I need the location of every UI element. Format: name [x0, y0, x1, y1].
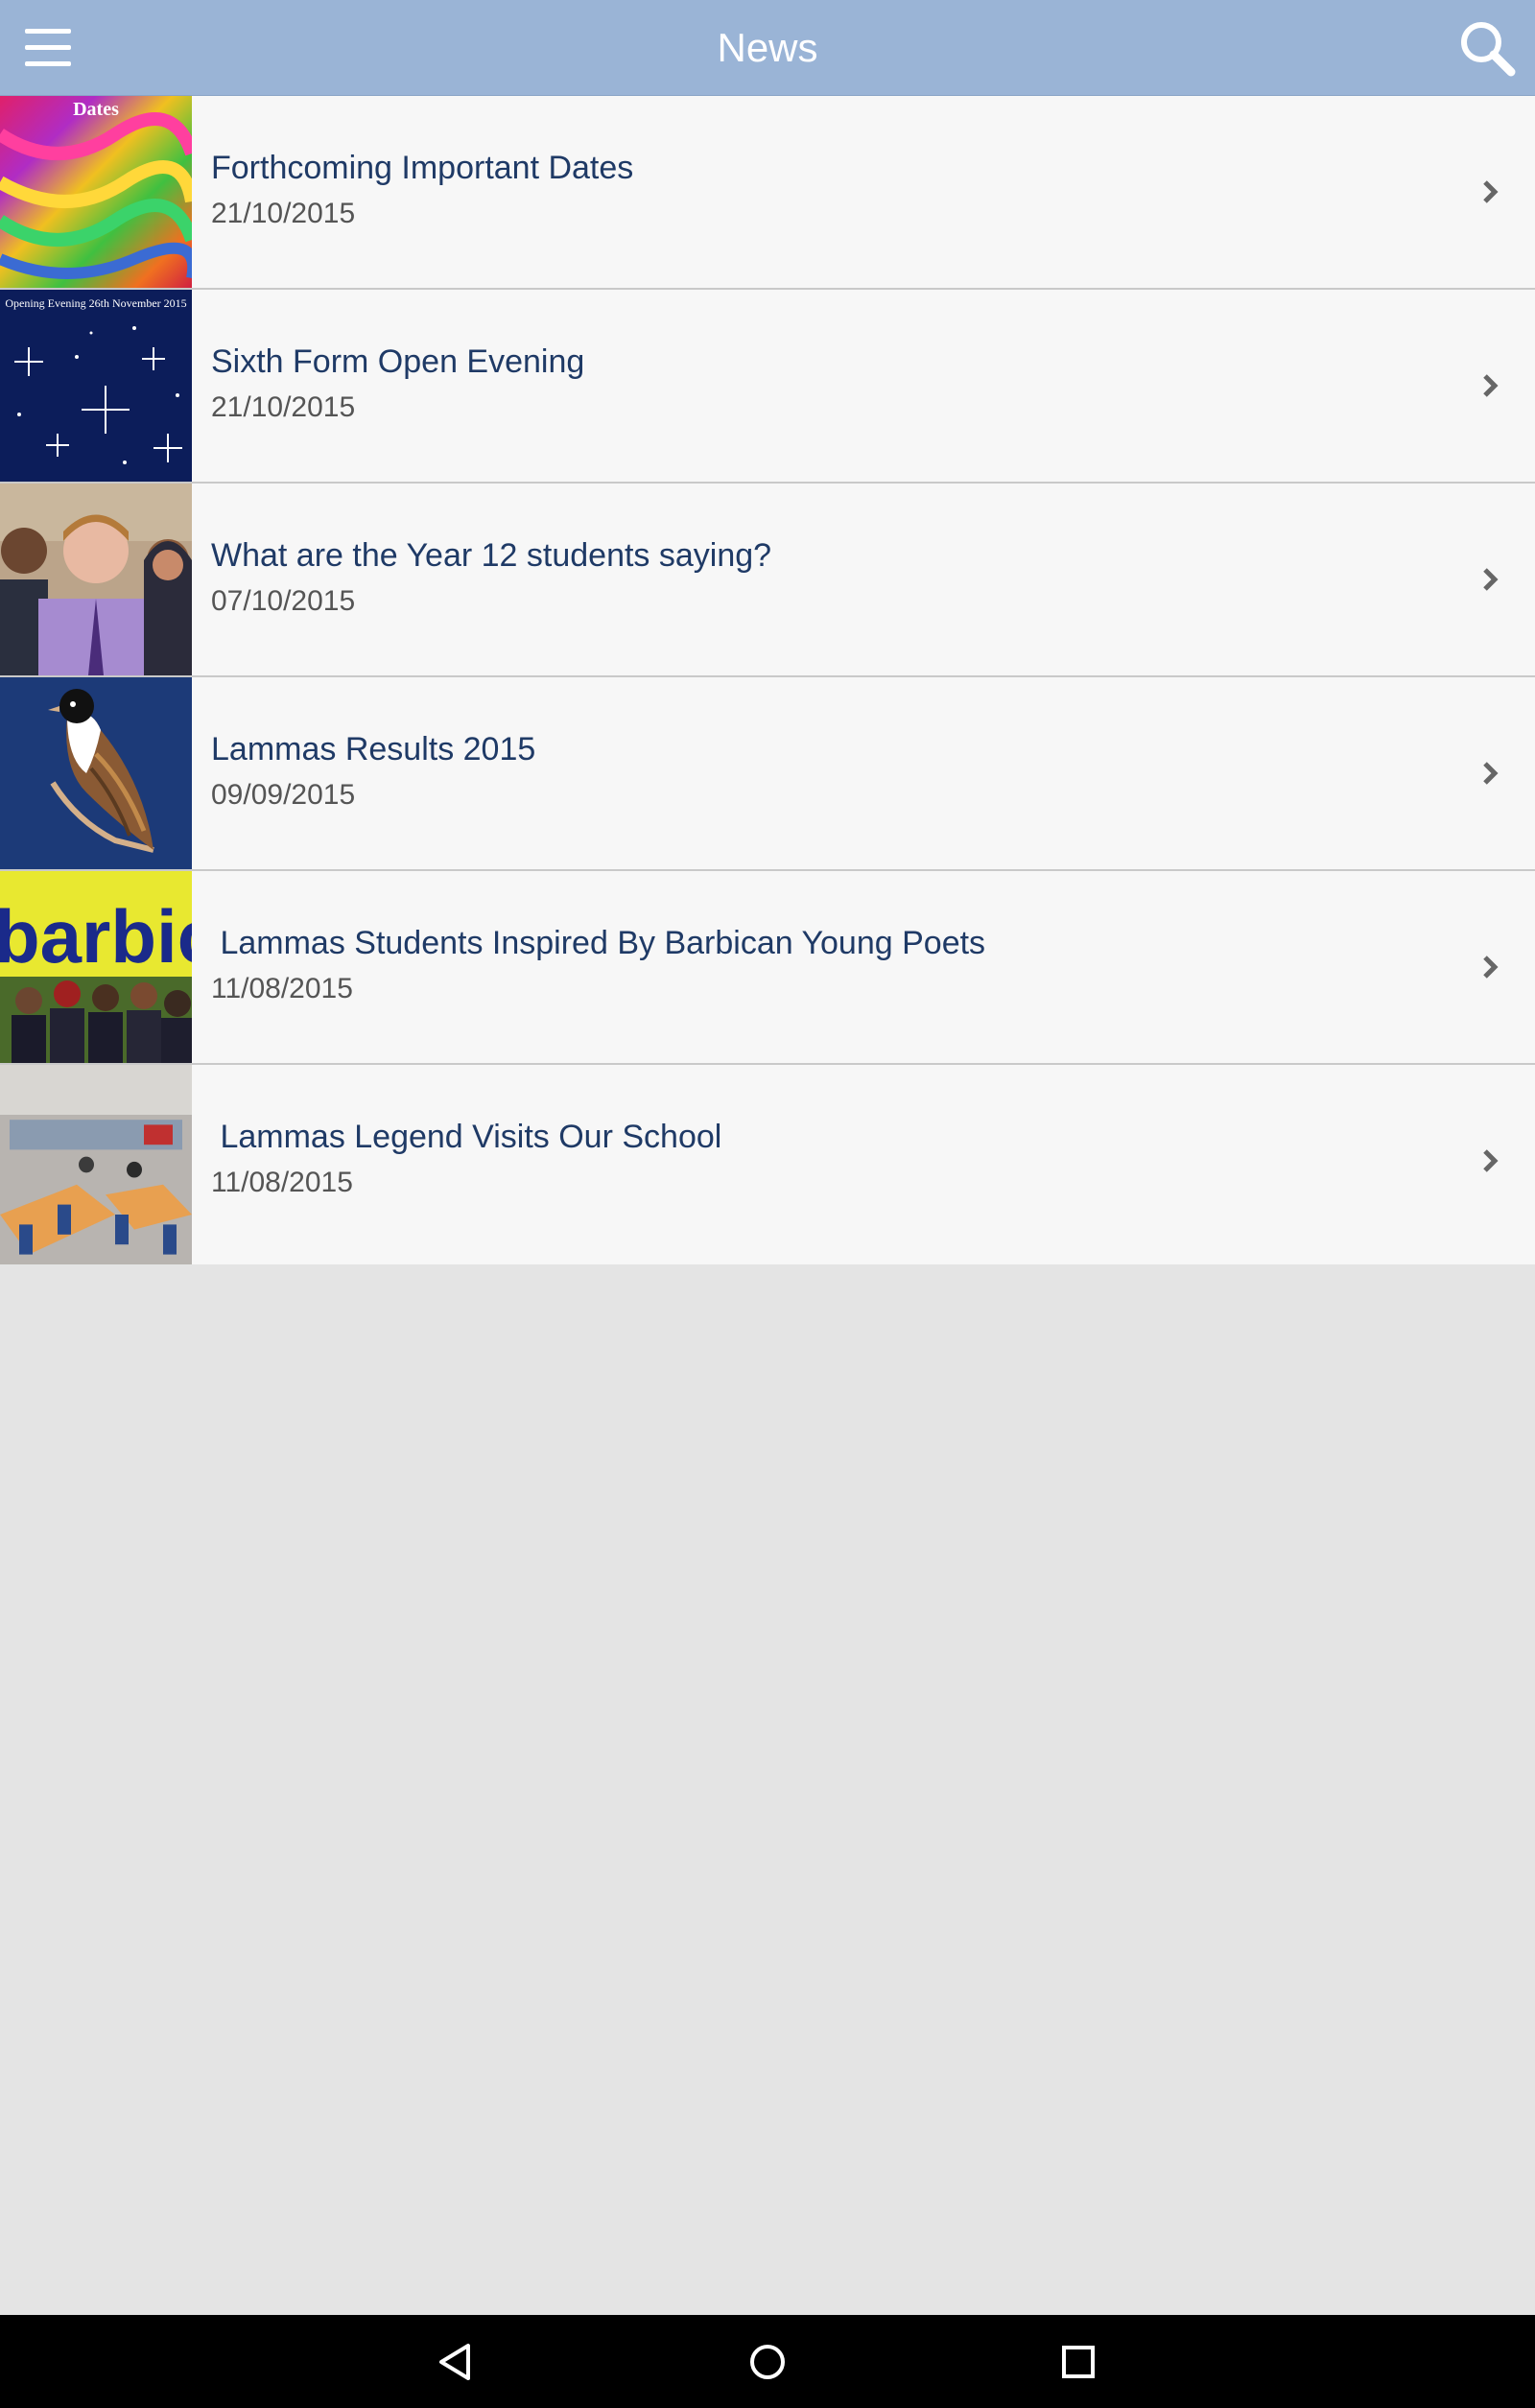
chevron-right-icon	[1483, 762, 1499, 785]
news-list-item[interactable]: Dates Forthcoming Important Dates 21/10/…	[0, 96, 1535, 290]
thumbnail-caption: Opening Evening 26th November 2015	[5, 296, 186, 310]
news-thumbnail-barbican: barbic	[0, 871, 192, 1063]
news-list-item[interactable]: Opening Evening 26th November 2015 Sixth…	[0, 290, 1535, 484]
system-navigation-bar	[0, 2315, 1535, 2408]
news-item-title: Forthcoming Important Dates	[211, 150, 634, 186]
page-title: News	[717, 25, 818, 70]
news-item-title: Lammas Legend Visits Our School	[211, 1119, 722, 1155]
news-item-date: 21/10/2015	[211, 198, 356, 229]
recents-square-icon[interactable]	[1052, 2336, 1104, 2388]
thumbnail-caption: Dates	[73, 99, 119, 120]
news-list: Dates Forthcoming Important Dates 21/10/…	[0, 96, 1535, 1264]
news-item-date: 07/10/2015	[211, 585, 356, 617]
top-app-bar: News	[0, 0, 1535, 96]
search-icon[interactable]	[1456, 17, 1518, 79]
chevron-right-icon	[1483, 180, 1499, 203]
news-item-title: What are the Year 12 students saying?	[211, 537, 772, 574]
news-item-date: 11/08/2015	[211, 973, 353, 1004]
news-thumbnail-starry: Opening Evening 26th November 2015	[0, 290, 192, 482]
news-item-date: 09/09/2015	[211, 779, 356, 811]
chevron-right-icon	[1483, 374, 1499, 397]
app-screen: News Dates Forthcoming Important Dates 2…	[0, 0, 1535, 2408]
news-item-date: 11/08/2015	[211, 1167, 353, 1198]
news-list-item[interactable]: Lammas Legend Visits Our School 11/08/20…	[0, 1065, 1535, 1264]
news-thumbnail-rainbow: Dates	[0, 96, 192, 288]
news-list-item[interactable]: What are the Year 12 students saying? 07…	[0, 484, 1535, 677]
news-list-item[interactable]: Lammas Results 2015 09/09/2015	[0, 677, 1535, 871]
news-thumbnail-classroom	[0, 1065, 192, 1264]
news-item-date: 21/10/2015	[211, 391, 356, 423]
chevron-right-icon	[1483, 1149, 1499, 1172]
chevron-right-icon	[1483, 956, 1499, 979]
back-triangle-icon[interactable]	[430, 2336, 482, 2388]
thumbnail-caption: barbic	[0, 894, 192, 979]
news-list-item[interactable]: barbic Lammas Students Inspired By Barbi…	[0, 871, 1535, 1065]
news-item-title: Lammas Results 2015	[211, 731, 536, 767]
chevron-right-icon	[1483, 568, 1499, 591]
news-thumbnail-students-photo	[0, 484, 192, 675]
news-item-title: Lammas Students Inspired By Barbican You…	[211, 925, 986, 961]
news-item-title: Sixth Form Open Evening	[211, 343, 585, 380]
news-thumbnail-bird-logo	[0, 677, 192, 869]
home-circle-icon[interactable]	[742, 2336, 793, 2388]
